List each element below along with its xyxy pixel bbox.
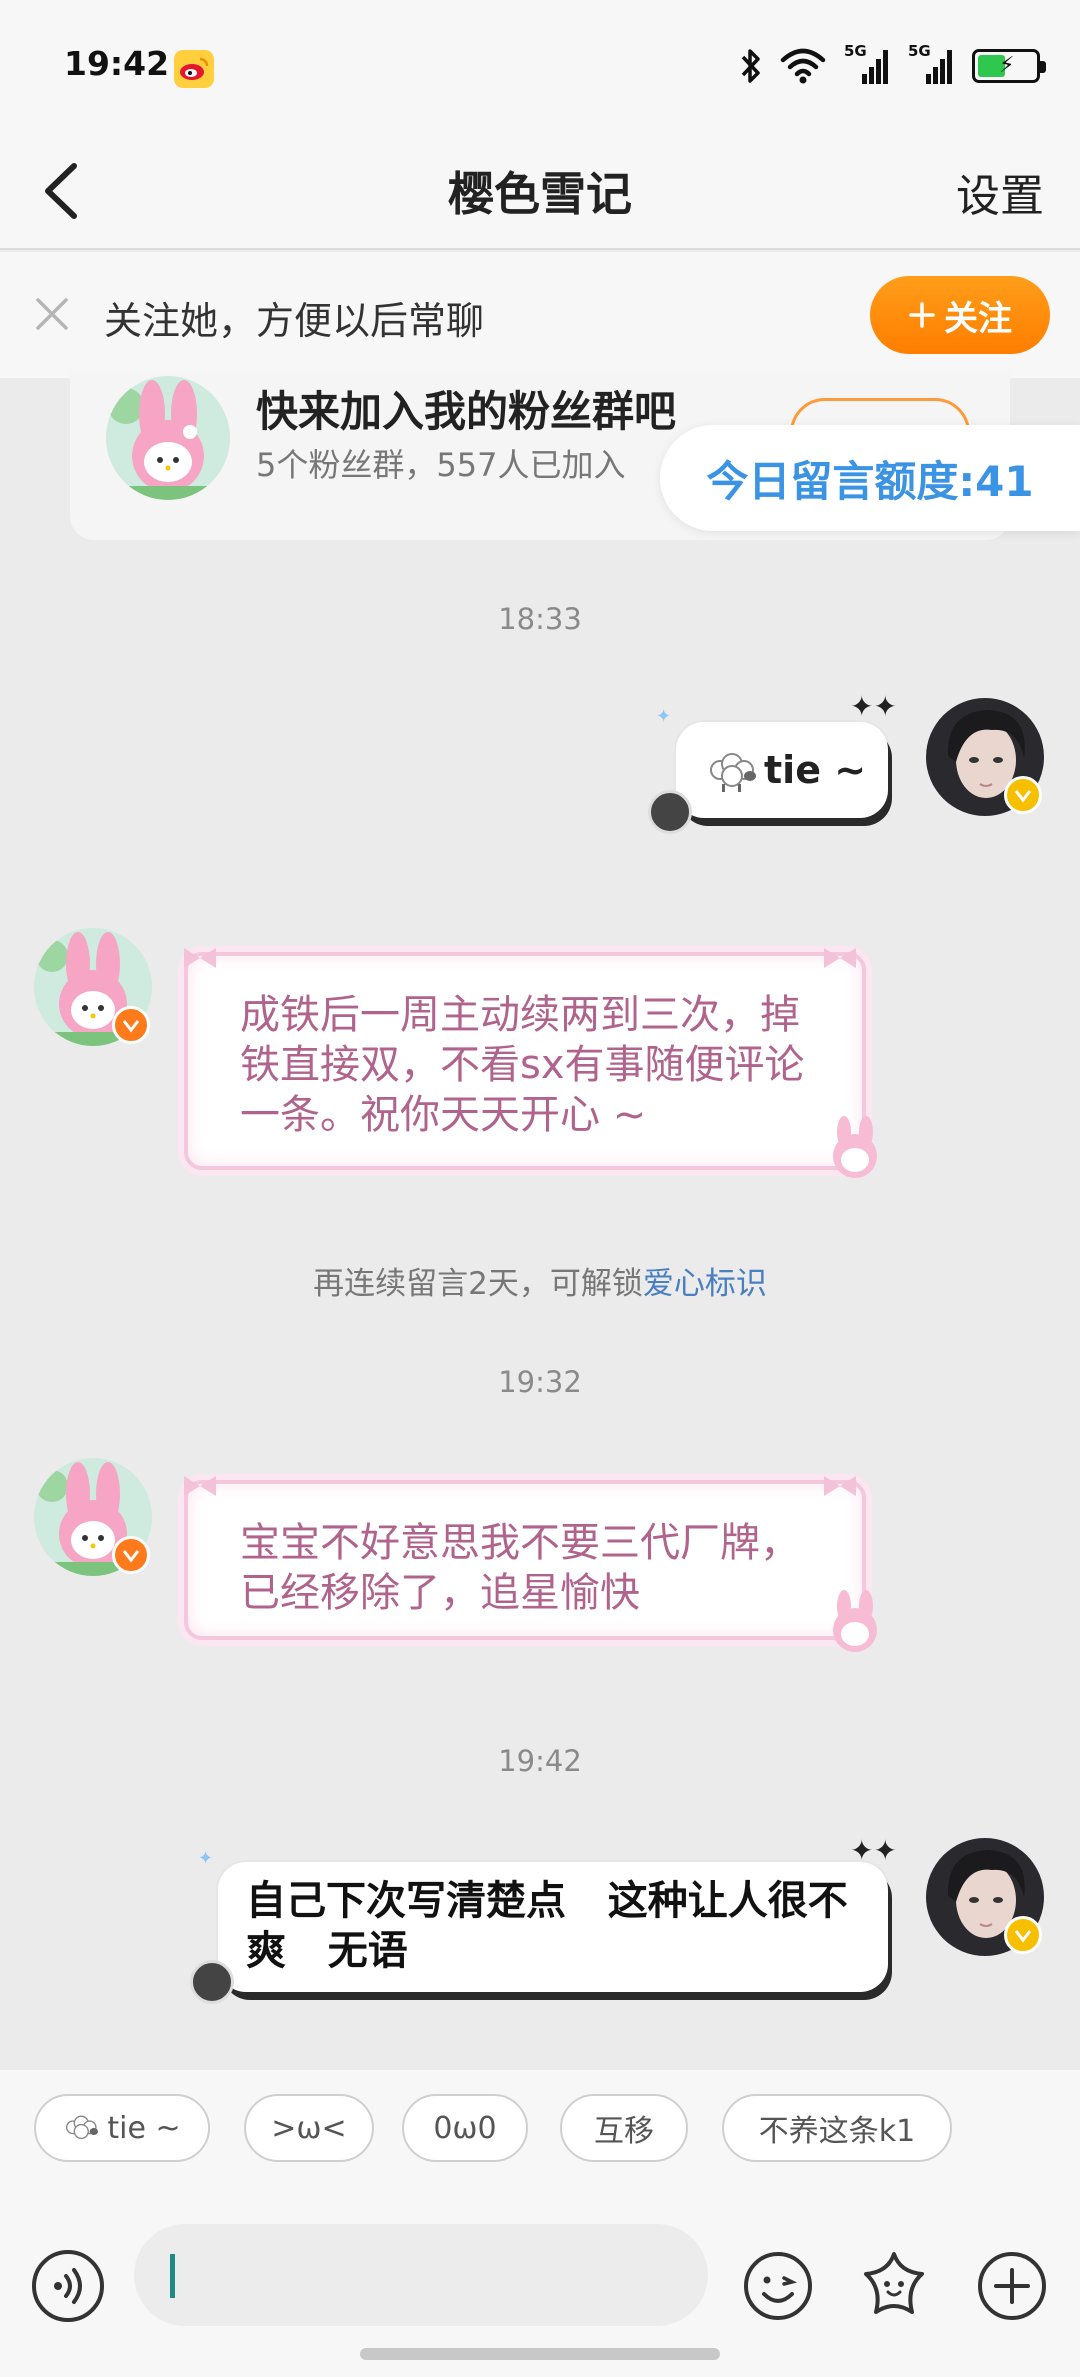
signal-icon-1: 5G (844, 42, 890, 86)
message-quota-badge: 今日留言额度:41 (660, 425, 1080, 531)
sheep-icon (66, 2115, 99, 2140)
received-message-text: 成铁后一周主动续两到三次，掉铁直接双，不看sx有事随便评论一条。祝你天天开心 ~ (240, 992, 805, 1138)
received-message-bubble[interactable]: 宝宝不好意思我不要三代厂牌，已经移除了，追星愉快 (184, 1480, 866, 1640)
sent-message-text: tie ~ (764, 748, 867, 792)
verified-badge-icon (1004, 1916, 1042, 1954)
battery-icon: ⚡ (972, 49, 1046, 83)
follow-button[interactable]: 关注 (870, 276, 1050, 354)
plus-icon (909, 302, 935, 328)
follow-banner: 关注她，方便以后常聊 关注 (0, 252, 1080, 378)
text-caret (170, 2254, 175, 2298)
signal-icon-2: 5G (908, 42, 954, 86)
streak-unlock-note: 再连续留言2天，可解锁爱心标识 (0, 1258, 1080, 1303)
home-indicator[interactable] (360, 2348, 720, 2360)
timestamp: 19:42 (498, 1744, 582, 1778)
verified-badge-icon (112, 1536, 150, 1574)
sheep-icon (710, 753, 756, 792)
add-icon[interactable] (974, 2248, 1050, 2324)
weibo-notification-icon (174, 50, 214, 88)
follow-prompt-text: 关注她，方便以后常聊 (104, 299, 485, 343)
quick-reply-chip[interactable]: 0ω0 (402, 2094, 528, 2162)
sticker-star-icon[interactable] (856, 2248, 932, 2324)
quick-reply-bar: tie ~ >ω< 0ω0 互移 不养这条k1 (0, 2070, 1080, 2200)
timestamp: 18:33 (498, 602, 582, 636)
chat-title: 樱色雪记 (448, 167, 632, 221)
quick-reply-label: 0ω0 (433, 2110, 497, 2146)
sent-message-text: 自己下次写清楚点 这种让人很不爽 无语 (246, 1878, 848, 1974)
emoji-icon[interactable] (740, 2248, 816, 2324)
verified-badge-icon (112, 1006, 150, 1044)
fan-group-title: 快来加入我的粉丝群吧 (256, 387, 677, 436)
sparkle-icon: ✦✦ (850, 690, 897, 723)
streak-note-text: 再连续留言2天，可解锁 (313, 1266, 643, 1302)
sent-message-bubble[interactable]: tie ~ (676, 722, 888, 818)
timestamp: 19:32 (498, 1365, 582, 1399)
received-message-text: 宝宝不好意思我不要三代厂牌，已经移除了，追星愉快 (240, 1520, 800, 1616)
bow-icon (824, 948, 856, 968)
message-quota-text: 今日留言额度:41 (706, 456, 1034, 506)
quick-reply-label: 互移 (594, 2114, 654, 2149)
nav-bar: 樱色雪记 设置 (0, 132, 1080, 250)
voice-icon (54, 2268, 82, 2304)
bow-icon (824, 1476, 856, 1496)
quick-reply-chip[interactable]: 不养这条k1 (722, 2094, 952, 2162)
quick-reply-chip[interactable]: >ω< (244, 2094, 374, 2162)
melody-sticker-icon (833, 1590, 877, 1652)
status-bar: 19:42 5G 5G ⚡ (0, 0, 1080, 132)
quick-reply-label: 不养这条k1 (758, 2114, 916, 2149)
quick-reply-chip[interactable]: tie ~ (34, 2094, 210, 2162)
heart-badge-link[interactable]: 爱心标识 (643, 1266, 767, 1302)
quick-reply-label: tie ~ (107, 2110, 181, 2146)
verified-badge-icon (1004, 776, 1042, 814)
diamond-icon (190, 1960, 234, 2004)
sparkle-icon: ✦ (198, 1848, 214, 1869)
bluetooth-icon (741, 49, 760, 83)
melody-sticker-icon (833, 1116, 877, 1178)
message-input[interactable] (134, 2224, 708, 2326)
fan-group-avatar (106, 376, 230, 500)
status-icons: 5G 5G ⚡ (740, 42, 1046, 88)
quick-reply-chip[interactable]: 互移 (560, 2094, 688, 2162)
bow-icon (184, 1476, 216, 1496)
bow-icon (184, 948, 216, 968)
sparkle-icon: ✦✦ (850, 1834, 897, 1867)
follow-button-label: 关注 (944, 298, 1012, 339)
diamond-icon (648, 790, 692, 834)
fan-group-subtitle: 5个粉丝群，557人已加入 (256, 446, 626, 484)
quick-reply-label: >ω< (271, 2110, 347, 2146)
received-message-bubble[interactable]: 成铁后一周主动续两到三次，掉铁直接双，不看sx有事随便评论一条。祝你天天开心 ~ (184, 952, 866, 1170)
sparkle-icon: ✦ (656, 706, 672, 727)
close-follow-banner-button[interactable] (30, 292, 74, 336)
close-icon (36, 298, 68, 330)
voice-input-button[interactable] (32, 2250, 104, 2322)
wifi-icon (780, 48, 826, 84)
settings-button[interactable]: 设置 (956, 160, 1044, 224)
sent-message-bubble[interactable]: 自己下次写清楚点 这种让人很不爽 无语 (218, 1862, 888, 1992)
status-time: 19:42 (64, 44, 170, 83)
